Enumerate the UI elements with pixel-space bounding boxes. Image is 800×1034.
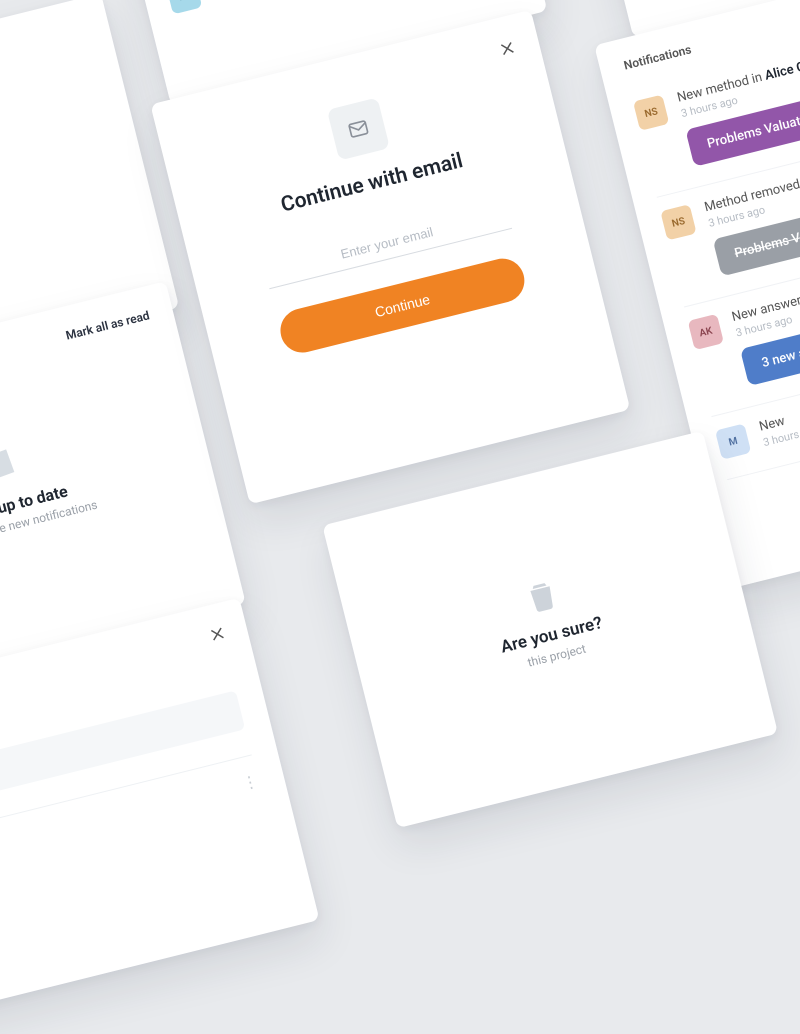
manage-testers-card: Manage testers ⟲ ⋮ (0, 598, 320, 1034)
calendar-day[interactable] (77, 138, 112, 170)
note-icon (0, 439, 23, 487)
calendar-day[interactable] (101, 231, 136, 263)
mark-all-read-link[interactable]: Mark all as read (64, 308, 151, 342)
calendar-day[interactable] (0, 190, 35, 222)
calendar-day[interactable] (0, 263, 9, 295)
calendar-day[interactable] (85, 169, 120, 201)
calendar-day[interactable] (35, 149, 70, 181)
trash-icon (521, 573, 563, 618)
notifications-header: Notifications (622, 42, 692, 72)
calendar-day[interactable] (58, 242, 93, 274)
avatar: M (715, 423, 751, 459)
calendar-day[interactable] (43, 180, 78, 212)
avatar: GO (166, 0, 202, 14)
confirm-card: Are you sure? this project (322, 431, 778, 829)
avatar: NS (633, 94, 669, 130)
calendar-day[interactable] (16, 253, 51, 285)
calendar-day[interactable] (93, 200, 128, 232)
envelope-icon (327, 97, 390, 160)
contact-row[interactable]: GOGilbert Owen (164, 0, 506, 23)
calendar-day[interactable] (50, 211, 85, 243)
calendar-day[interactable] (8, 221, 43, 253)
calendar-day[interactable] (0, 232, 1, 264)
avatar: NS (660, 204, 696, 240)
avatar: AK (688, 314, 724, 350)
close-icon[interactable] (205, 622, 229, 646)
close-icon[interactable] (495, 36, 519, 60)
calendar-day[interactable] (0, 159, 28, 191)
